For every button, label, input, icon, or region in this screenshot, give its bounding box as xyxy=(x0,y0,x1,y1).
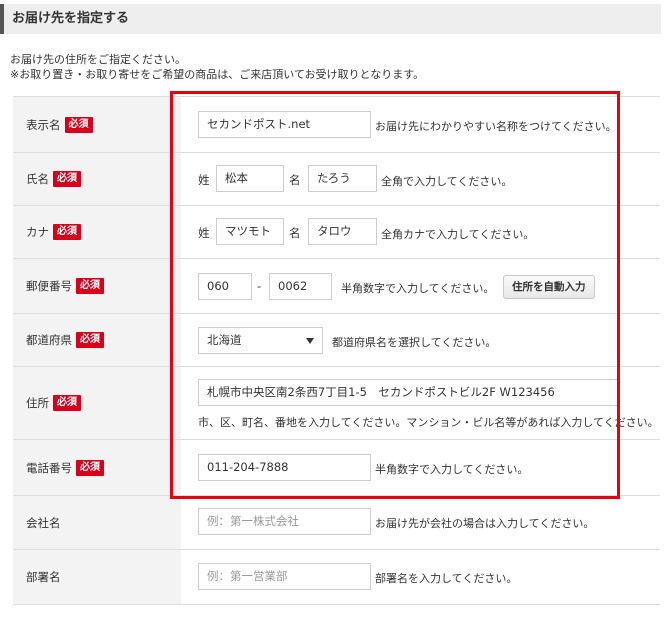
kana-mei-prefix: 名 xyxy=(289,226,301,240)
required-badge: 必須 xyxy=(53,224,81,240)
required-badge: 必須 xyxy=(53,171,81,187)
postal-hint: 半角数字で入力してください。 xyxy=(341,282,495,295)
required-badge: 必須 xyxy=(64,116,93,133)
row-department: 部署名 例：第一営業部 部署名を入力してください。 xyxy=(13,550,660,605)
row-address: 住所 必須 札幌市中央区南2条西7丁目1-5 セカンドポストビル2F W1234… xyxy=(13,367,660,440)
kana-sei-input[interactable]: マツモト xyxy=(216,218,284,245)
field-phone: 011-204-7888 半角数字で入力してください。 xyxy=(181,440,660,495)
postal-code-second-input[interactable]: 0062 xyxy=(269,273,332,300)
department-input[interactable]: 例：第一営業部 xyxy=(198,563,371,590)
company-input[interactable]: 例：第一株式会社 xyxy=(198,508,371,535)
phone-hint: 半角数字で入力してください。 xyxy=(375,463,529,476)
required-badge: 必須 xyxy=(76,278,104,294)
delivery-address-form: 表示名 必須 セカンドポスト.net お届け先にわかりやすい名称をつけてください… xyxy=(13,96,660,605)
field-name: 姓 松本 名 たろう 全角で入力してください。 xyxy=(181,153,660,205)
prefecture-selected-value: 北海道 xyxy=(207,333,242,347)
field-department: 例：第一営業部 部署名を入力してください。 xyxy=(181,550,660,604)
mei-prefix: 名 xyxy=(289,173,301,187)
kana-sei-prefix: 姓 xyxy=(198,226,210,240)
field-address: 札幌市中央区南2条西7丁目1-5 セカンドポストビル2F W123456 市、区… xyxy=(181,367,660,439)
label-prefecture: 都道府県 必須 xyxy=(13,314,181,366)
row-phone: 電話番号 必須 011-204-7888 半角数字で入力してください。 xyxy=(13,440,660,496)
required-badge: 必須 xyxy=(76,332,104,348)
prefecture-hint: 都道府県名を選択してください。 xyxy=(332,336,497,349)
phone-input[interactable]: 011-204-7888 xyxy=(198,454,371,481)
sei-prefix: 姓 xyxy=(198,173,210,187)
row-postal: 郵便番号 必須 060 - 0062 半角数字で入力してください。 住所を自動入… xyxy=(13,259,660,314)
label-postal: 郵便番号 必須 xyxy=(13,259,181,313)
chevron-down-icon xyxy=(306,338,314,344)
label-display-name: 表示名 必須 xyxy=(13,97,181,152)
label-company: 会社名 xyxy=(13,496,181,549)
address-input[interactable]: 札幌市中央区南2条西7丁目1-5 セカンドポストビル2F W123456 xyxy=(198,379,618,406)
postal-code-first-input[interactable]: 060 xyxy=(198,273,252,300)
field-display-name: セカンドポスト.net お届け先にわかりやすい名称をつけてください。 xyxy=(181,97,660,152)
section-title: お届け先を指定する xyxy=(12,11,130,26)
display-name-input[interactable]: セカンドポスト.net xyxy=(198,111,371,138)
prefecture-select[interactable]: 北海道 xyxy=(198,327,323,354)
address-hint: 市、区、町名、番地を入力してください。マンション・ビル名等があれば入力してくださ… xyxy=(198,416,659,429)
label-phone: 電話番号 必須 xyxy=(13,440,181,495)
label-name: 氏名 必須 xyxy=(13,153,181,205)
postal-separator: - xyxy=(257,279,262,293)
description-line-1: お届け先の住所をご指定ください。 xyxy=(10,53,186,66)
kana-mei-input[interactable]: タロウ xyxy=(308,218,377,245)
field-kana: 姓 マツモト 名 タロウ 全角カナで入力してください。 xyxy=(181,206,660,258)
name-hint: 全角で入力してください。 xyxy=(381,175,513,188)
description-line-2: ※お取り置き・お取り寄せをご希望の商品は、ご来店頂いてお受け取りとなります。 xyxy=(10,68,425,81)
section-header: お届け先を指定する xyxy=(0,4,661,34)
label-kana: カナ 必須 xyxy=(13,206,181,258)
kana-hint: 全角カナで入力してください。 xyxy=(381,228,535,241)
field-postal: 060 - 0062 半角数字で入力してください。 住所を自動入力 xyxy=(181,259,660,313)
department-hint: 部署名を入力してください。 xyxy=(375,572,518,585)
field-prefecture: 北海道 都道府県名を選択してください。 xyxy=(181,314,660,366)
form-description: お届け先の住所をご指定ください。 ※お取り置き・お取り寄せをご希望の商品は、ご来… xyxy=(10,52,650,82)
company-hint: お届け先が会社の場合は入力してください。 xyxy=(375,517,595,530)
row-kana: カナ 必須 姓 マツモト 名 タロウ 全角カナで入力してください。 xyxy=(13,206,660,259)
required-badge: 必須 xyxy=(76,459,104,476)
row-name: 氏名 必須 姓 松本 名 たろう 全角で入力してください。 xyxy=(13,153,660,206)
required-badge: 必須 xyxy=(53,395,81,411)
label-address: 住所 必須 xyxy=(13,367,181,439)
label-department: 部署名 xyxy=(13,550,181,604)
mei-input[interactable]: たろう xyxy=(308,165,377,192)
row-display-name: 表示名 必須 セカンドポスト.net お届け先にわかりやすい名称をつけてください… xyxy=(13,97,660,153)
row-prefecture: 都道府県 必須 北海道 都道府県名を選択してください。 xyxy=(13,314,660,367)
sei-input[interactable]: 松本 xyxy=(216,165,284,192)
display-name-hint: お届け先にわかりやすい名称をつけてください。 xyxy=(375,120,617,133)
row-company: 会社名 例：第一株式会社 お届け先が会社の場合は入力してください。 xyxy=(13,496,660,550)
field-company: 例：第一株式会社 お届け先が会社の場合は入力してください。 xyxy=(181,496,660,549)
auto-fill-address-button[interactable]: 住所を自動入力 xyxy=(503,275,595,299)
